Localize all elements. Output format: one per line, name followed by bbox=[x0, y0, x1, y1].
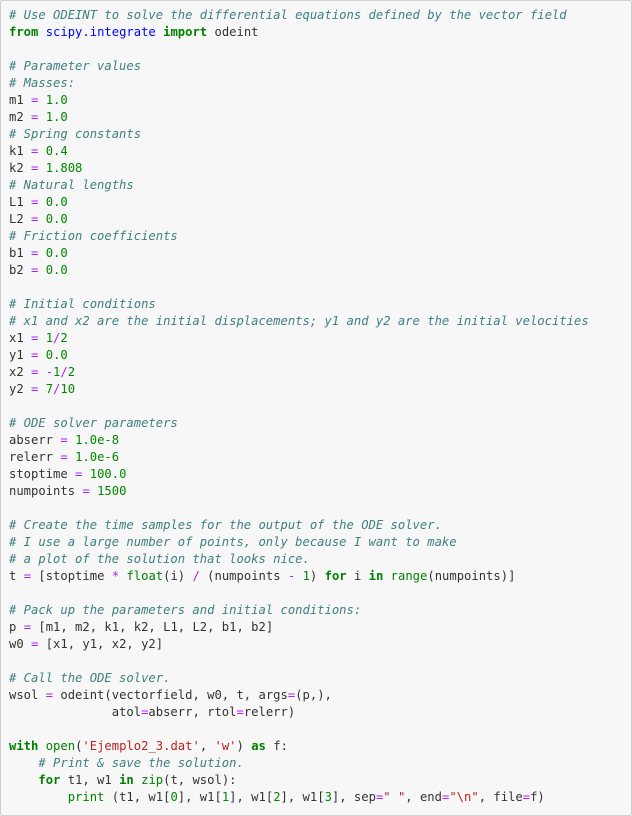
code-line: b2 = 0.0 bbox=[9, 263, 68, 277]
code-line: # Pack up the parameters and initial con… bbox=[9, 603, 362, 617]
code-line: p = [m1, m2, k1, k2, L1, L2, b1, b2] bbox=[9, 620, 274, 634]
code-line: y1 = 0.0 bbox=[9, 348, 68, 362]
code-line: ​ bbox=[9, 41, 631, 58]
code-line: t = [stoptime * float(i) / (numpoints - … bbox=[9, 569, 516, 583]
code-line: L1 = 0.0 bbox=[9, 195, 68, 209]
code-line: # x1 and x2 are the initial displacement… bbox=[9, 314, 589, 328]
code-line: ​ bbox=[9, 398, 631, 415]
code-line: # Spring constants bbox=[9, 127, 142, 141]
code-line: k2 = 1.808 bbox=[9, 161, 83, 175]
code-line: numpoints = 1500 bbox=[9, 484, 127, 498]
code-line: k1 = 0.4 bbox=[9, 144, 68, 158]
code-editor[interactable]: # Use ODEINT to solve the differential e… bbox=[1, 1, 631, 806]
code-line: ​ bbox=[9, 653, 631, 670]
code-line: # Natural lengths bbox=[9, 178, 134, 192]
code-line: abserr = 1.0e-8 bbox=[9, 433, 120, 447]
code-line: print (t1, w1[0], w1[1], w1[2], w1[3], s… bbox=[67, 790, 545, 804]
code-line: ​ bbox=[9, 585, 631, 602]
code-line: m1 = 1.0 bbox=[9, 93, 68, 107]
code-line: # Parameter values bbox=[9, 59, 142, 73]
code-cell[interactable]: # Use ODEINT to solve the differential e… bbox=[0, 0, 632, 816]
code-line: # ODE solver parameters bbox=[9, 416, 178, 430]
code-line: for t1, w1 in zip(t, wsol): bbox=[38, 773, 237, 787]
code-line: # Create the time samples for the output… bbox=[9, 518, 442, 532]
code-line: w0 = [x1, y1, x2, y2] bbox=[9, 637, 164, 651]
code-line: # Print & save the solution. bbox=[38, 756, 244, 770]
code-line: b1 = 0.0 bbox=[9, 246, 68, 260]
code-line: x1 = 1/2 bbox=[9, 331, 68, 345]
code-line: ​ bbox=[9, 721, 631, 738]
code-line: atol=abserr, rtol=relerr) bbox=[9, 705, 296, 719]
code-line: wsol = odeint(vectorfield, w0, t, args=(… bbox=[9, 688, 332, 702]
code-line: from scipy.integrate import odeint bbox=[9, 25, 259, 39]
code-line: with open('Ejemplo2_3.dat', 'w') as f: bbox=[9, 739, 288, 753]
code-line: # Call the ODE solver. bbox=[9, 671, 171, 685]
code-line: y2 = 7/10 bbox=[9, 382, 76, 396]
code-line: # Friction coefficients bbox=[9, 229, 178, 243]
code-line: # I use a large number of points, only b… bbox=[9, 535, 457, 549]
code-line: ​ bbox=[9, 500, 631, 517]
code-line: # Use ODEINT to solve the differential e… bbox=[9, 8, 567, 22]
code-line: # Masses: bbox=[9, 76, 76, 90]
code-line: m2 = 1.0 bbox=[9, 110, 68, 124]
code-line: L2 = 0.0 bbox=[9, 212, 68, 226]
code-line: # a plot of the solution that looks nice… bbox=[9, 552, 310, 566]
code-line: ​ bbox=[9, 279, 631, 296]
code-line: x2 = -1/2 bbox=[9, 365, 76, 379]
code-line: stoptime = 100.0 bbox=[9, 467, 127, 481]
code-line: relerr = 1.0e-6 bbox=[9, 450, 120, 464]
code-line: # Initial conditions bbox=[9, 297, 156, 311]
